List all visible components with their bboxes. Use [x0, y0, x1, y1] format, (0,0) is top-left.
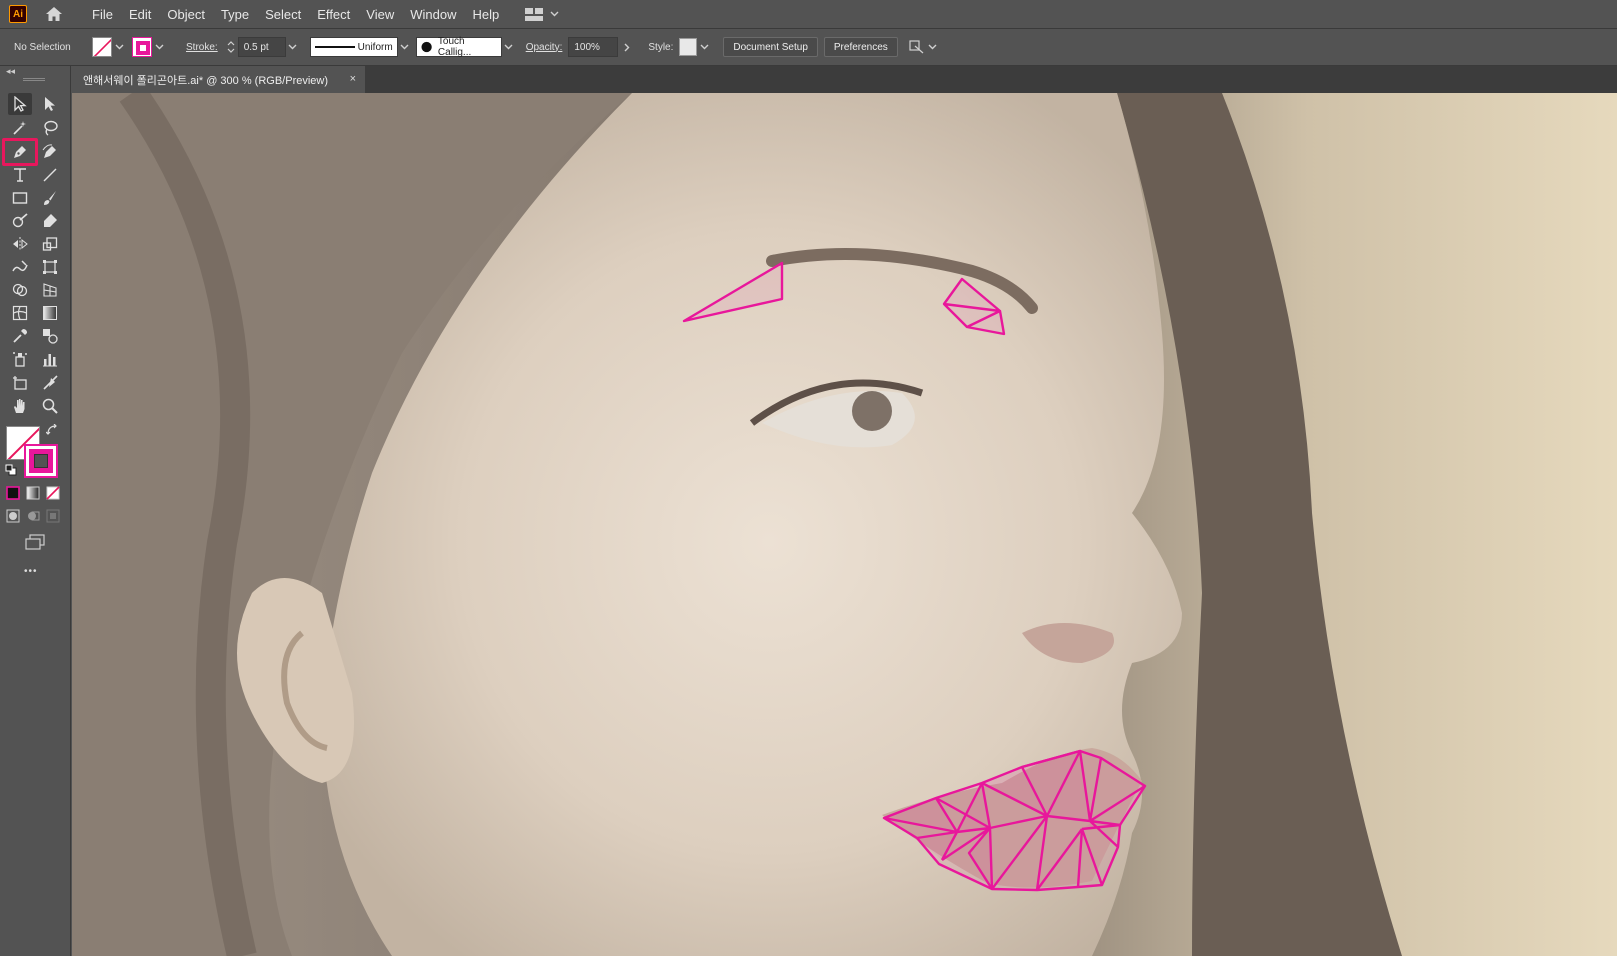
style-label: Style: [648, 41, 674, 53]
free-transform-tool-icon[interactable] [38, 256, 62, 278]
gradient-tool-icon[interactable] [38, 302, 62, 324]
chevron-down-icon[interactable] [398, 40, 412, 54]
shaper-tool-icon[interactable] [8, 210, 32, 232]
paintbrush-tool-icon[interactable] [38, 187, 62, 209]
mesh-tool-icon[interactable] [8, 302, 32, 324]
edit-toolbar-icon[interactable]: ••• [24, 566, 38, 577]
chevron-down-icon[interactable] [152, 40, 166, 54]
selection-tool-icon[interactable] [8, 93, 32, 115]
eyedropper-tool-icon[interactable] [8, 325, 32, 347]
symbol-sprayer-tool-icon[interactable] [8, 348, 32, 370]
shape-builder-tool-icon[interactable] [8, 279, 32, 301]
stroke-swatch[interactable] [132, 37, 152, 57]
reflect-tool-icon[interactable] [8, 233, 32, 255]
document-tab-title: 앤해서웨이 폴리곤아트.ai* @ 300 % (RGB/Preview) [83, 74, 329, 87]
eyebrow-triangle-left[interactable] [682, 261, 784, 323]
opacity-input[interactable]: 100% [568, 37, 619, 57]
panel-grip[interactable] [23, 78, 45, 81]
screen-mode-icon[interactable] [22, 531, 48, 553]
preferences-button[interactable]: Preferences [823, 37, 898, 57]
warp-tool-icon[interactable] [8, 256, 32, 278]
graphic-style-swatch[interactable] [679, 38, 698, 56]
none-mode-icon[interactable] [43, 483, 63, 503]
menu-help[interactable]: Help [464, 7, 507, 22]
menu-bar: Ai File Edit Object Type Select Effect V… [0, 0, 1617, 28]
workspace-switcher[interactable] [525, 7, 559, 21]
menu-window[interactable]: Window [402, 7, 464, 22]
curvature-tool-icon[interactable] [38, 141, 62, 163]
artboard-tool-icon[interactable] [8, 372, 32, 394]
stroke-line-icon [314, 46, 355, 48]
fill-swatch[interactable] [92, 37, 112, 57]
stroke-weight-input[interactable]: 0.5 pt [237, 37, 286, 57]
slice-tool-icon[interactable] [38, 372, 62, 394]
chevron-down-icon[interactable] [286, 40, 300, 54]
menu-edit[interactable]: Edit [121, 7, 159, 22]
swap-colors-icon[interactable] [44, 422, 60, 438]
home-icon[interactable] [44, 4, 64, 24]
magic-wand-tool-icon[interactable] [8, 117, 32, 139]
blend-tool-icon[interactable] [38, 325, 62, 347]
chevron-down-icon [550, 11, 559, 17]
close-icon[interactable]: × [350, 73, 356, 85]
hand-tool-icon[interactable] [8, 395, 32, 417]
column-graph-tool-icon[interactable] [38, 348, 62, 370]
menu-file[interactable]: File [84, 7, 121, 22]
line-segment-tool-icon[interactable] [38, 164, 62, 186]
brush-dot-icon [421, 41, 432, 53]
variable-width-profile[interactable]: Uniform [309, 37, 398, 57]
lips-mesh[interactable] [882, 749, 1147, 892]
document-tab[interactable]: 앤해서웨이 폴리곤아트.ai* @ 300 % (RGB/Preview) × [72, 66, 365, 93]
opacity-label[interactable]: Opacity: [526, 42, 563, 53]
arrange-documents-icon[interactable] [908, 40, 926, 54]
menu-effect[interactable]: Effect [309, 7, 358, 22]
menu-object[interactable]: Object [159, 7, 213, 22]
polygon-paths[interactable] [72, 93, 1617, 956]
document-setup-button[interactable]: Document Setup [723, 37, 818, 57]
pen-tool-icon[interactable] [8, 141, 32, 163]
brush-definition[interactable]: Touch Callig... [415, 36, 502, 58]
draw-behind-icon[interactable] [23, 506, 43, 526]
stroke-color-swatch[interactable] [24, 444, 58, 478]
stepper-icon[interactable] [224, 40, 238, 54]
chevron-down-icon[interactable] [112, 40, 126, 54]
direct-selection-tool-icon[interactable] [38, 93, 62, 115]
profile-label: Uniform [357, 41, 393, 53]
selection-status: No Selection [14, 41, 71, 53]
scale-tool-icon[interactable] [38, 233, 62, 255]
draw-normal-icon[interactable] [3, 506, 23, 526]
menu-select[interactable]: Select [257, 7, 309, 22]
gradient-mode-icon[interactable] [23, 483, 43, 503]
artboard-canvas[interactable] [72, 93, 1617, 956]
document-tab-strip: 앤해서웨이 폴리곤아트.ai* @ 300 % (RGB/Preview) × [72, 66, 1617, 93]
control-bar: No Selection Stroke: 0.5 pt Uniform Touc… [0, 28, 1617, 66]
default-colors-icon[interactable] [3, 462, 19, 478]
zoom-tool-icon[interactable] [38, 395, 62, 417]
menu-view[interactable]: View [358, 7, 402, 22]
tools-panel: ◂◂ ••• [0, 66, 71, 956]
brush-label: Touch Callig... [437, 36, 472, 58]
rectangle-tool-icon[interactable] [8, 187, 32, 209]
draw-inside-icon[interactable] [43, 506, 63, 526]
perspective-grid-tool-icon[interactable] [38, 279, 62, 301]
app-logo: Ai [9, 5, 27, 23]
menu-type[interactable]: Type [213, 7, 257, 22]
chevron-down-icon[interactable] [502, 40, 516, 54]
collapse-panel-icon[interactable]: ◂◂ [6, 66, 15, 77]
type-tool-icon[interactable] [8, 164, 32, 186]
chevron-down-icon[interactable] [926, 40, 940, 54]
eyebrow-polygon-right[interactable] [942, 277, 1006, 336]
workspace-layout-icon [525, 7, 544, 21]
chevron-down-icon[interactable] [697, 40, 711, 54]
color-mode-icon[interactable] [3, 483, 23, 503]
chevron-right-icon[interactable] [620, 40, 634, 54]
stroke-label[interactable]: Stroke: [186, 42, 218, 53]
lasso-tool-icon[interactable] [38, 117, 62, 139]
eraser-tool-icon[interactable] [38, 210, 62, 232]
